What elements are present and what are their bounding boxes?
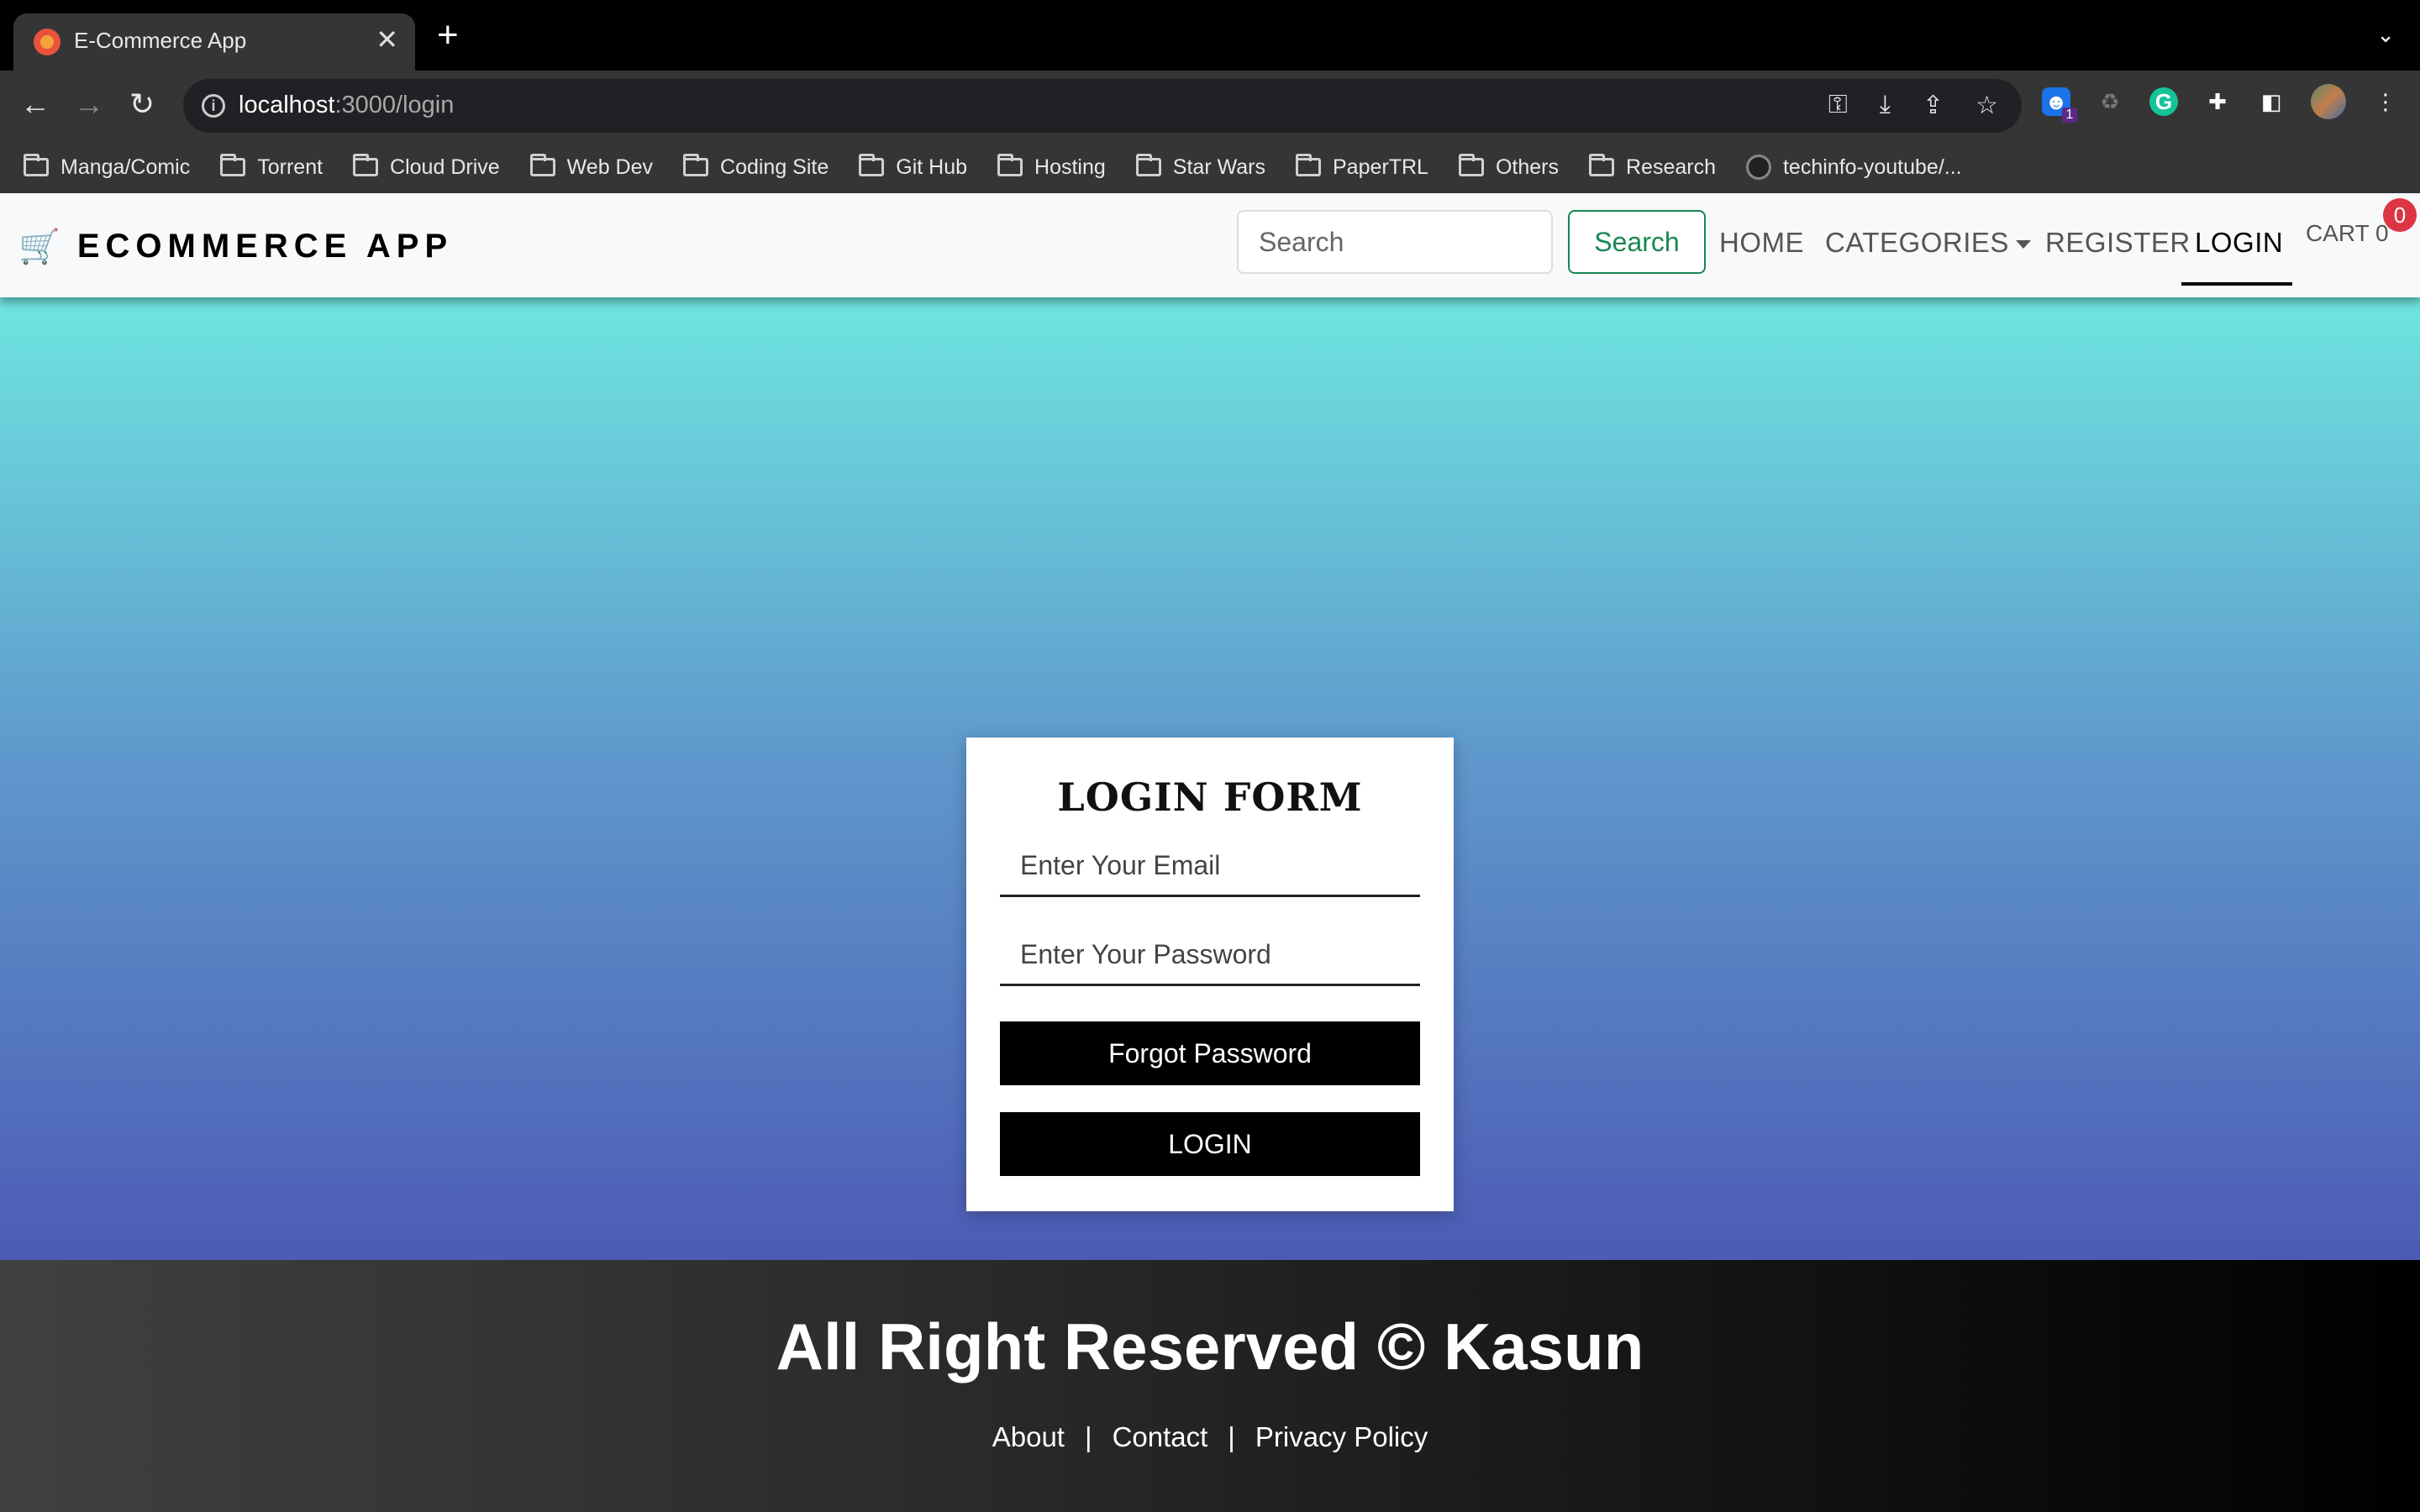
bookmark-label: Others [1495,155,1559,179]
new-tab-icon[interactable]: + [437,17,459,54]
search-input[interactable] [1237,210,1553,274]
bookmark-folder[interactable]: Hosting [997,154,1106,180]
bookmark-folder[interactable]: PaperTRL [1296,154,1428,180]
close-tab-icon[interactable]: ✕ [376,24,398,55]
folder-icon [683,154,709,176]
grammarly-icon[interactable]: G [2149,87,2178,116]
bookmark-folder[interactable]: Coding Site [683,154,829,180]
folder-icon [1135,154,1161,176]
reload-icon[interactable]: ↻ [129,87,155,121]
chevron-down-icon[interactable]: ⌄ [2376,22,2395,48]
nav-home-link[interactable]: HOME [1719,227,1804,259]
url-host: localhost [239,92,335,118]
tab-title: E-Commerce App [74,28,247,53]
recycle-icon[interactable]: ♻ [2096,87,2124,116]
bookmark-label: Coding Site [720,155,829,179]
categories-label: CATEGORIES [1825,227,2009,258]
url-text[interactable]: localhost:3000/login [239,92,454,119]
bookmark-link[interactable]: techinfo-youtube/... [1745,155,1962,180]
footer: All Right Reserved © Kasun About | Contact… [0,1260,2420,1512]
forgot-password-button[interactable]: Forgot Password [1000,1021,1420,1085]
browser-tab-bar: E-Commerce App ✕ + ⌄ [0,0,2420,71]
about-link[interactable]: About [992,1421,1065,1452]
nav-categories-dropdown[interactable]: CATEGORIES [1825,227,2031,259]
github-icon [1745,155,1771,180]
brand-name: ECOMMERCE APP [76,228,454,265]
extensions-area: ☻ 1 ♻ G ✚ ◧ ⋮ [2042,84,2400,123]
bookmark-folder[interactable]: Star Wars [1135,154,1265,180]
login-form: LOGIN FORM Forgot Password LOGIN [966,738,1454,1211]
bookmark-label: PaperTRL [1333,155,1428,179]
folder-icon [353,154,379,176]
bookmark-label: Cloud Drive [390,155,500,179]
footer-links: About | Contact | Privacy Policy [0,1421,2420,1453]
side-panel-icon[interactable]: ◧ [2257,87,2286,116]
folder-icon [997,154,1023,176]
menu-dots-icon[interactable]: ⋮ [2371,87,2400,116]
forward-arrow-icon[interactable]: → [74,87,104,121]
share-icon[interactable]: ⇪ [1923,91,1944,120]
folder-icon [1296,154,1321,176]
bookmark-label: Git Hub [896,155,968,179]
site-info-icon[interactable]: i [202,94,225,118]
address-bar[interactable]: i localhost:3000/login ⚿ ⤓ ⇪ ☆ [183,79,2022,133]
separator: | [1228,1421,1235,1452]
bookmark-label: Research [1625,155,1716,179]
privacy-policy-link[interactable]: Privacy Policy [1255,1421,1428,1452]
brand-logo[interactable]: 🛒 ECOMMERCE APP [18,227,453,266]
install-icon[interactable]: ⤓ [1880,91,1891,120]
login-button[interactable]: LOGIN [1000,1112,1420,1176]
extension-badge: 1 [2062,108,2077,123]
folder-icon [220,154,246,176]
bookmark-folder[interactable]: Research [1588,154,1716,180]
bookmark-folder[interactable]: Git Hub [859,154,968,180]
web-page: 🛒 ECOMMERCE APP Search HOME CATEGORIES R… [0,193,2420,1512]
bookmarks-bar: Manga/Comic Torrent Cloud Drive Web Dev … [0,141,2420,193]
email-field[interactable] [1000,837,1420,897]
folder-icon [859,154,885,176]
form-title: LOGIN FORM [1057,774,1363,820]
bookmark-label: Torrent [257,155,324,179]
copyright-text: All Right Reserved © Kasun [776,1310,1644,1383]
bookmark-star-icon[interactable]: ☆ [1975,91,1998,120]
browser-tab[interactable]: E-Commerce App ✕ [13,13,415,71]
folder-icon [1588,154,1614,176]
app-navbar: 🛒 ECOMMERCE APP Search HOME CATEGORIES R… [0,193,2420,297]
favicon-icon [34,29,60,55]
active-underline [2181,282,2292,286]
bookmark-folder[interactable]: Web Dev [529,154,654,180]
back-arrow-icon[interactable]: ← [20,87,50,121]
nav-register-link[interactable]: REGISTER [2045,227,2191,259]
bookmark-label: Manga/Comic [60,155,191,179]
shopping-cart-icon: 🛒 [18,228,60,265]
bookmark-label: techinfo-youtube/... [1782,155,1962,179]
folder-icon [24,154,49,176]
caret-down-icon [2015,240,2031,249]
nav-login-link[interactable]: LOGIN [2195,227,2283,259]
bookmark-folder[interactable]: Torrent [220,154,324,180]
key-icon[interactable]: ⚿ [1828,91,1848,120]
bookmark-folder[interactable]: Cloud Drive [353,154,500,180]
folder-icon [1458,154,1484,176]
nav-cart-link[interactable]: CART 0 [2306,220,2389,247]
search-button[interactable]: Search [1568,210,1706,274]
extension-ghost-icon[interactable]: ☻ 1 [2042,87,2077,123]
bookmark-label: Star Wars [1172,155,1265,179]
bookmark-folder[interactable]: Manga/Comic [24,154,191,180]
bookmark-label: Web Dev [566,155,654,179]
url-path: :3000/login [334,92,455,118]
bookmark-label: Hosting [1034,155,1106,179]
contact-link[interactable]: Contact [1113,1421,1208,1452]
separator: | [1084,1421,1092,1452]
profile-avatar[interactable] [2311,84,2346,119]
password-field[interactable] [1000,926,1420,986]
cart-count-badge: 0 [2383,198,2417,232]
bookmark-folder[interactable]: Others [1458,154,1559,180]
puzzle-icon[interactable]: ✚ [2203,87,2232,116]
main-content: LOGIN FORM Forgot Password LOGIN [0,297,2420,1260]
folder-icon [529,154,555,176]
